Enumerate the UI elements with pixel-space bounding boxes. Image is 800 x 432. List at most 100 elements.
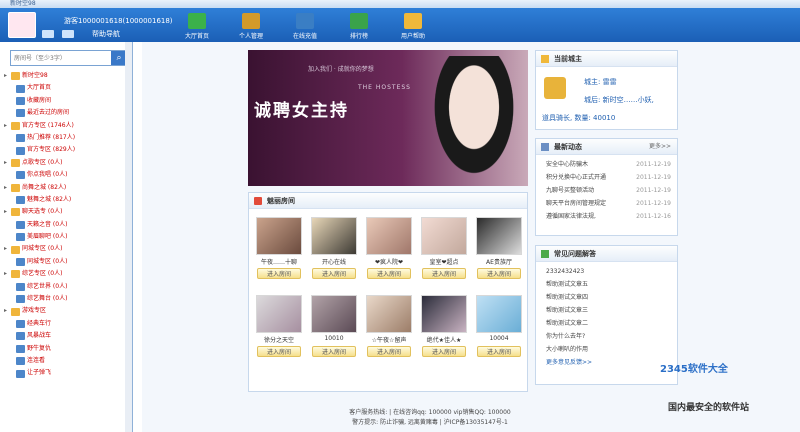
sidebar-scrollbar[interactable] [125,42,132,432]
tree-room[interactable]: 大厅首页 [4,82,130,94]
home-icon [188,13,206,29]
news-item[interactable]: 安全中心防骗木 2011-12-19 [536,158,677,171]
room-thumbnail[interactable] [366,295,412,333]
room-card[interactable]: 开心在线 进入房间 [308,217,360,289]
help-nav-link[interactable]: 帮助导航 [92,29,120,39]
faq-item[interactable]: 2332432423 [536,265,677,278]
tree-room[interactable]: 让子弹飞 [4,367,130,379]
tree-category[interactable]: ▸ 尚舞之城 (82人) [4,182,130,194]
nav-home[interactable]: 大厅首页 [170,8,224,42]
tree-room[interactable]: 你点我唱 (0人) [4,169,130,181]
tree-room[interactable]: 综艺舞台 (0人) [4,293,130,305]
expand-icon[interactable]: ▸ [4,243,10,255]
tree-room[interactable]: 收藏房间 [4,95,130,107]
tree-room[interactable]: 连连看 [4,355,130,367]
enter-room-button[interactable]: 进入房间 [312,346,356,357]
room-card[interactable]: ❤疯人院❤ 进入房间 [363,217,415,289]
tree-room[interactable]: 同城专区 (0人) [4,256,130,268]
tree-category[interactable]: ▸ 聊天选专 (0人) [4,206,130,218]
tree-room[interactable]: 野牛复仇 [4,343,130,355]
tree-category[interactable]: ▸ 点歌专区 (0人) [4,157,130,169]
room-thumbnail[interactable] [256,217,302,255]
enter-room-button[interactable]: 进入房间 [257,268,301,279]
tree-category[interactable]: ▸ 新时空98 [4,70,130,82]
expand-icon[interactable]: ▸ [4,305,10,317]
room-card[interactable]: ☆午夜☆留声 进入房间 [363,295,415,367]
nav-recharge[interactable]: 在线充值 [278,8,332,42]
faq-item[interactable]: 大小喇叭的作用 [536,343,677,356]
expand-icon[interactable]: ▸ [4,182,10,194]
nav-label: 个人管理 [238,33,263,40]
nav-help[interactable]: 用户帮助 [386,8,440,42]
enter-room-button[interactable]: 进入房间 [422,268,466,279]
news-more-link[interactable]: 更多>> [649,139,671,155]
tree-room[interactable]: 美眉聊吧 (0人) [4,231,130,243]
room-tree: ▸ 新时空98 大厅首页 收藏房间 最近去过的房间 ▸ 官方专区 (1746人) 热门推荐 (… [4,70,130,380]
room-thumbnail[interactable] [311,295,357,333]
faq-item[interactable]: 帮助测试文章三 [536,304,677,317]
nav-profile[interactable]: 个人管理 [224,8,278,42]
news-item[interactable]: 聊天平台房间管理规定 2011-12-19 [536,197,677,210]
room-thumbnail[interactable] [311,217,357,255]
tree-label: 美眉聊吧 (0人) [27,233,68,241]
enter-room-button[interactable]: 进入房间 [312,268,356,279]
room-card[interactable]: 徐分之天空 进入房间 [253,295,305,367]
faq-item[interactable]: 你为什么去年? [536,330,677,343]
expand-icon[interactable]: ▸ [4,268,10,280]
tree-category[interactable]: ▸ 游戏专区 [4,305,130,317]
enter-room-button[interactable]: 进入房间 [257,346,301,357]
room-name: 午夜……十聊 [260,259,297,266]
expand-icon[interactable]: ▸ [4,206,10,218]
tree-room[interactable]: 风暴战车 [4,330,130,342]
expand-icon[interactable]: ▸ [4,70,10,82]
footer-line2: 警方提示: 防止诈骗, 远离黄赌毒 | 沪ICP备13035147号-1 [352,419,508,426]
tree-category[interactable]: ▸ 综艺专区 (0人) [4,268,130,280]
enter-room-button[interactable]: 进入房间 [367,268,411,279]
enter-room-button[interactable]: 进入房间 [477,268,521,279]
search-input[interactable] [11,51,111,65]
faq-item[interactable]: 帮助测试文章二 [536,317,677,330]
room-thumbnail[interactable] [476,295,522,333]
news-item[interactable]: 遵循国家法律法规, 2011-12-16 [536,210,677,223]
tree-room[interactable]: 魅舞之城 (82人) [4,194,130,206]
room-thumbnail[interactable] [421,217,467,255]
news-item[interactable]: 积分兑换中心正式开通 2011-12-19 [536,171,677,184]
room-thumbnail[interactable] [366,217,412,255]
settings-icon[interactable] [62,30,74,38]
room-card[interactable]: 10004 进入房间 [473,295,525,367]
tree-room[interactable]: 经典车行 [4,318,130,330]
faq-more-link[interactable]: 更多意见反馈>> [536,356,677,369]
room-thumbnail[interactable] [256,295,302,333]
faq-item[interactable]: 帮助测试文章五 [536,278,677,291]
enter-room-button[interactable]: 进入房间 [367,346,411,357]
tree-label: 天籁之音 (0人) [27,220,68,228]
user-avatar[interactable] [8,12,36,38]
room-card[interactable]: 10010 进入房间 [308,295,360,367]
tree-room[interactable]: 天籁之音 (0人) [4,219,130,231]
tree-room[interactable]: 热门推荐 (817人) [4,132,130,144]
room-card[interactable]: 皇室❤超点 进入房间 [418,217,470,289]
tree-room[interactable]: 综艺世界 (0人) [4,281,130,293]
room-card[interactable]: 午夜……十聊进入房间 [253,217,305,289]
news-item[interactable]: 九聊号买整顿活动 2011-12-19 [536,184,677,197]
room-card[interactable]: AE贵族厅 进入房间 [473,217,525,289]
tree-room[interactable]: 最近去过的房间 [4,107,130,119]
room-card[interactable]: 绝代★佳人★ 进入房间 [418,295,470,367]
enter-room-button[interactable]: 进入房间 [477,346,521,357]
faq-list: 2332432423 帮助测试文章五 帮助测试文章四 帮助测试文章三 帮助测试文章二 你为… [536,262,677,356]
news-icon [541,143,549,151]
enter-room-button[interactable]: 进入房间 [422,346,466,357]
tree-category[interactable]: ▸ 同城专区 (0人) [4,243,130,255]
expand-icon[interactable]: ▸ [4,157,10,169]
expand-icon[interactable]: ▸ [4,120,10,132]
nav-ranking[interactable]: 排行榜 [332,8,386,42]
hostess-banner[interactable]: 加入我们 · 成就你的梦想 诚聘女主持 THE HOSTESS [248,50,528,186]
faq-item[interactable]: 帮助测试文章四 [536,291,677,304]
mail-icon[interactable] [42,30,54,38]
faq-panel-header: 常见问题解答 [536,246,677,262]
room-thumbnail[interactable] [421,295,467,333]
news-title: 积分兑换中心正式开通 [546,174,607,181]
tree-room[interactable]: 官方专区 (829人) [4,144,130,156]
room-thumbnail[interactable] [476,217,522,255]
tree-category[interactable]: ▸ 官方专区 (1746人) [4,120,130,132]
